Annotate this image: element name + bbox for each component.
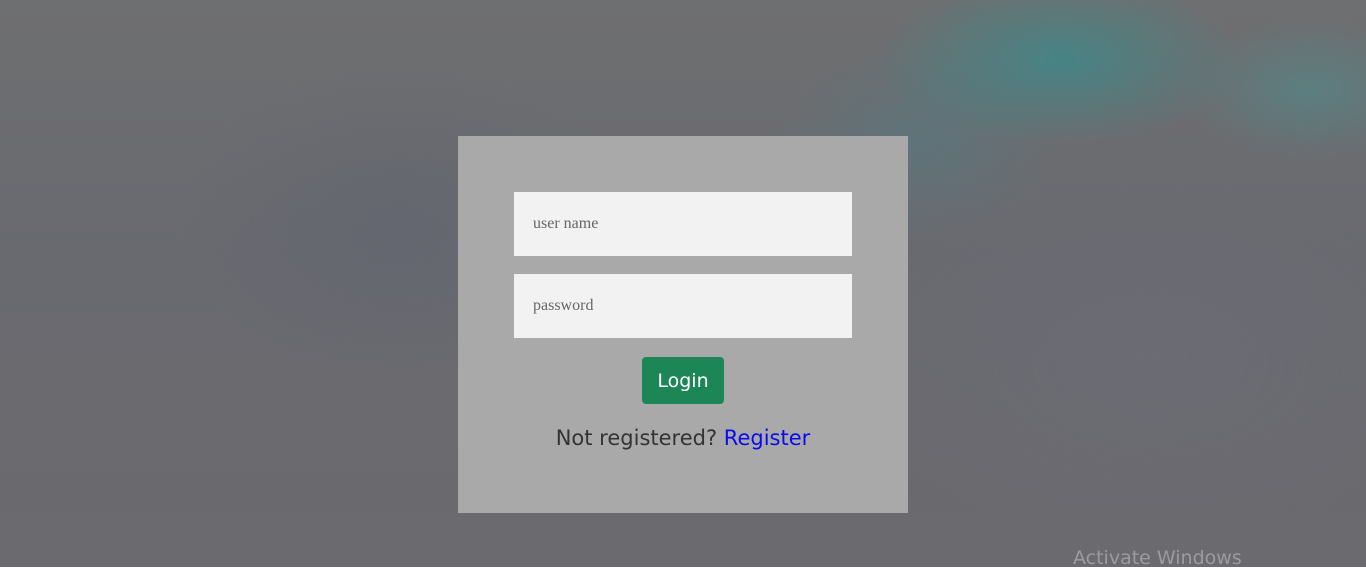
login-button[interactable]: Login — [642, 357, 724, 404]
password-input[interactable] — [514, 274, 852, 338]
register-prompt-text: Not registered? — [555, 426, 718, 450]
register-prompt-line: Not registered? Register — [458, 426, 908, 450]
activate-windows-watermark: Activate Windows — [1073, 547, 1242, 568]
login-card: Login Not registered? Register — [458, 136, 908, 513]
register-link[interactable]: Register — [724, 426, 810, 450]
username-input[interactable] — [514, 192, 852, 256]
